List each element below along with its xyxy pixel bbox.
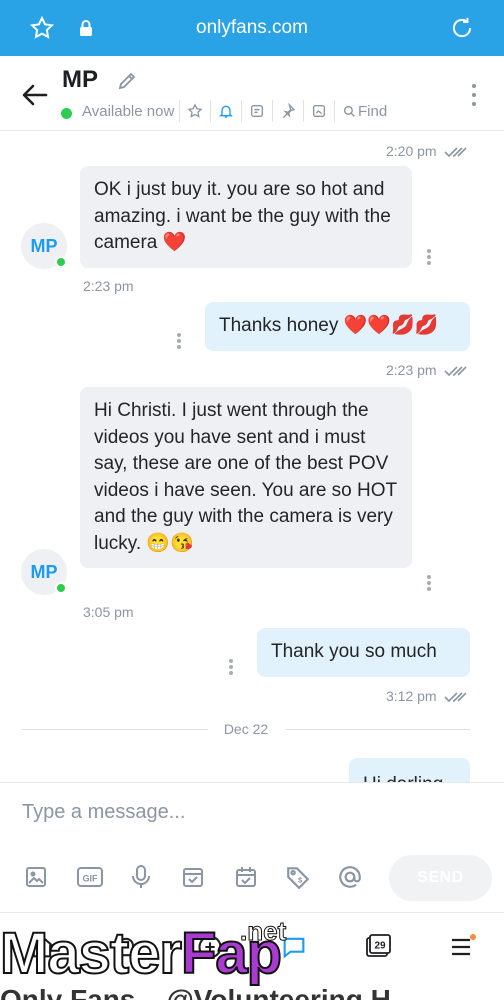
- favorite-star-icon[interactable]: [179, 100, 210, 122]
- status-text: Available now: [82, 103, 175, 120]
- send-button[interactable]: SEND: [389, 855, 492, 901]
- chat-toolbar: Find: [179, 99, 387, 123]
- watermark-logo: MasterFap: [0, 921, 283, 986]
- message-time: 2:23 pm: [83, 278, 134, 294]
- message-options-icon[interactable]: [177, 333, 181, 349]
- gallery-icon[interactable]: [303, 100, 334, 122]
- note-icon[interactable]: [241, 100, 272, 122]
- outgoing-message-bubble[interactable]: Hi darling: [349, 758, 470, 782]
- search-icon: [343, 105, 355, 117]
- message-text: Hi Christi. I just went through the vide…: [94, 400, 397, 554]
- message-options-icon[interactable]: [427, 249, 431, 265]
- outgoing-message-bubble[interactable]: Thanks honey ❤️❤️💋💋: [205, 302, 470, 351]
- message-time: 3:12 pm: [386, 688, 468, 704]
- read-checks-icon: [444, 366, 468, 377]
- find-button[interactable]: Find: [334, 100, 387, 122]
- cropped-caption-text: Only Fans... @Volunteering H: [0, 985, 504, 1000]
- mention-at-icon[interactable]: [336, 863, 364, 891]
- schedule-calendar-icon[interactable]: [232, 863, 260, 891]
- incoming-message-bubble[interactable]: Hi Christi. I just went through the vide…: [80, 387, 412, 568]
- avatar[interactable]: MP: [21, 223, 67, 269]
- notification-bell-icon[interactable]: [210, 100, 241, 122]
- date-separator: Dec 22: [22, 720, 470, 738]
- gif-icon[interactable]: GIF: [76, 863, 104, 891]
- message-text: Thanks honey ❤️❤️💋💋: [219, 315, 439, 336]
- message-input[interactable]: [22, 801, 482, 824]
- price-tag-icon[interactable]: $: [284, 863, 312, 891]
- svg-text:$: $: [298, 875, 303, 884]
- more-options-icon[interactable]: [472, 84, 478, 106]
- message-text: OK i just buy it. you are so hot and ama…: [94, 179, 391, 253]
- online-dot: [55, 582, 67, 594]
- message-time: 2:20 pm: [386, 143, 468, 159]
- reload-icon[interactable]: [448, 14, 476, 42]
- url-text[interactable]: onlyfans.com: [0, 17, 504, 39]
- chat-title[interactable]: MP: [62, 66, 98, 94]
- message-composer: GIF $ SEND: [0, 782, 504, 912]
- svg-text:GIF: GIF: [83, 874, 99, 884]
- edit-pencil-icon[interactable]: [116, 70, 138, 92]
- date-label: Dec 22: [223, 721, 269, 737]
- message-text: Hi darling: [363, 774, 443, 782]
- message-time: 2:23 pm: [386, 362, 468, 378]
- calendar-icon[interactable]: 29: [362, 931, 394, 963]
- browser-bar: onlyfans.com: [0, 0, 504, 56]
- back-arrow-icon[interactable]: [20, 80, 50, 110]
- message-time: 3:05 pm: [83, 604, 134, 620]
- online-dot: [61, 108, 72, 119]
- message-options-icon[interactable]: [427, 575, 431, 591]
- read-checks-icon: [444, 692, 468, 703]
- incoming-message-bubble[interactable]: OK i just buy it. you are so hot and ama…: [80, 166, 412, 268]
- avatar[interactable]: MP: [21, 549, 67, 595]
- chat-header: MP Available now Find: [0, 56, 504, 131]
- vault-icon[interactable]: [179, 863, 207, 891]
- watermark-suffix: .net: [239, 916, 287, 947]
- menu-icon[interactable]: [446, 931, 478, 963]
- online-dot: [55, 256, 67, 268]
- pin-icon[interactable]: [272, 100, 303, 122]
- message-options-icon[interactable]: [229, 659, 233, 675]
- svg-text:29: 29: [374, 941, 386, 952]
- message-text: Thank you so much: [271, 641, 437, 662]
- microphone-icon[interactable]: [127, 863, 155, 891]
- find-label: Find: [358, 102, 388, 120]
- image-upload-icon[interactable]: [22, 863, 50, 891]
- outgoing-message-bubble[interactable]: Thank you so much: [257, 628, 470, 677]
- read-checks-icon: [444, 147, 468, 158]
